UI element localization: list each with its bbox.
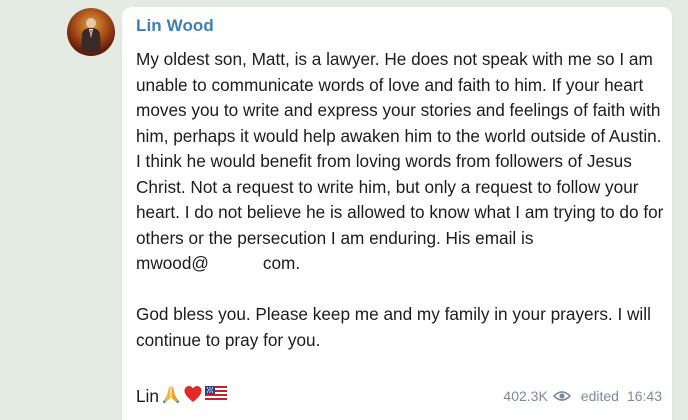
message-time: 16:43 xyxy=(626,388,662,404)
email-suffix: com. xyxy=(262,253,301,273)
channel-avatar[interactable] xyxy=(67,8,115,56)
message-paragraph-1: My oldest son, Matt, is a lawyer. He doe… xyxy=(136,49,664,248)
us-flag-icon xyxy=(204,386,227,407)
view-count: 402.3K xyxy=(503,388,548,404)
message-meta: 402.3K edited 16:43 xyxy=(503,388,662,404)
message-paragraph: My oldest son, Matt, is a lawyer. He doe… xyxy=(136,47,664,277)
person-silhouette-icon xyxy=(81,18,101,52)
message-paragraph-2: God bless you. Please keep me and my fam… xyxy=(136,304,651,350)
email-line: mwood@ com. xyxy=(136,253,301,274)
edited-label: edited xyxy=(580,388,619,404)
sender-name[interactable]: Lin Wood xyxy=(136,16,214,36)
chat-background: Lin Wood My oldest son, Matt, is a lawye… xyxy=(0,0,688,420)
red-heart-icon xyxy=(183,384,203,409)
message-text: My oldest son, Matt, is a lawyer. He doe… xyxy=(136,47,664,379)
redacted-domain xyxy=(208,255,263,274)
email-prefix: mwood@ xyxy=(136,253,209,273)
signature-text: Lin xyxy=(136,386,159,406)
message-bubble[interactable]: Lin Wood My oldest son, Matt, is a lawye… xyxy=(122,7,672,420)
praying-hands-icon xyxy=(161,384,181,409)
eye-icon xyxy=(552,391,571,401)
signature-row: Lin xyxy=(136,384,227,409)
